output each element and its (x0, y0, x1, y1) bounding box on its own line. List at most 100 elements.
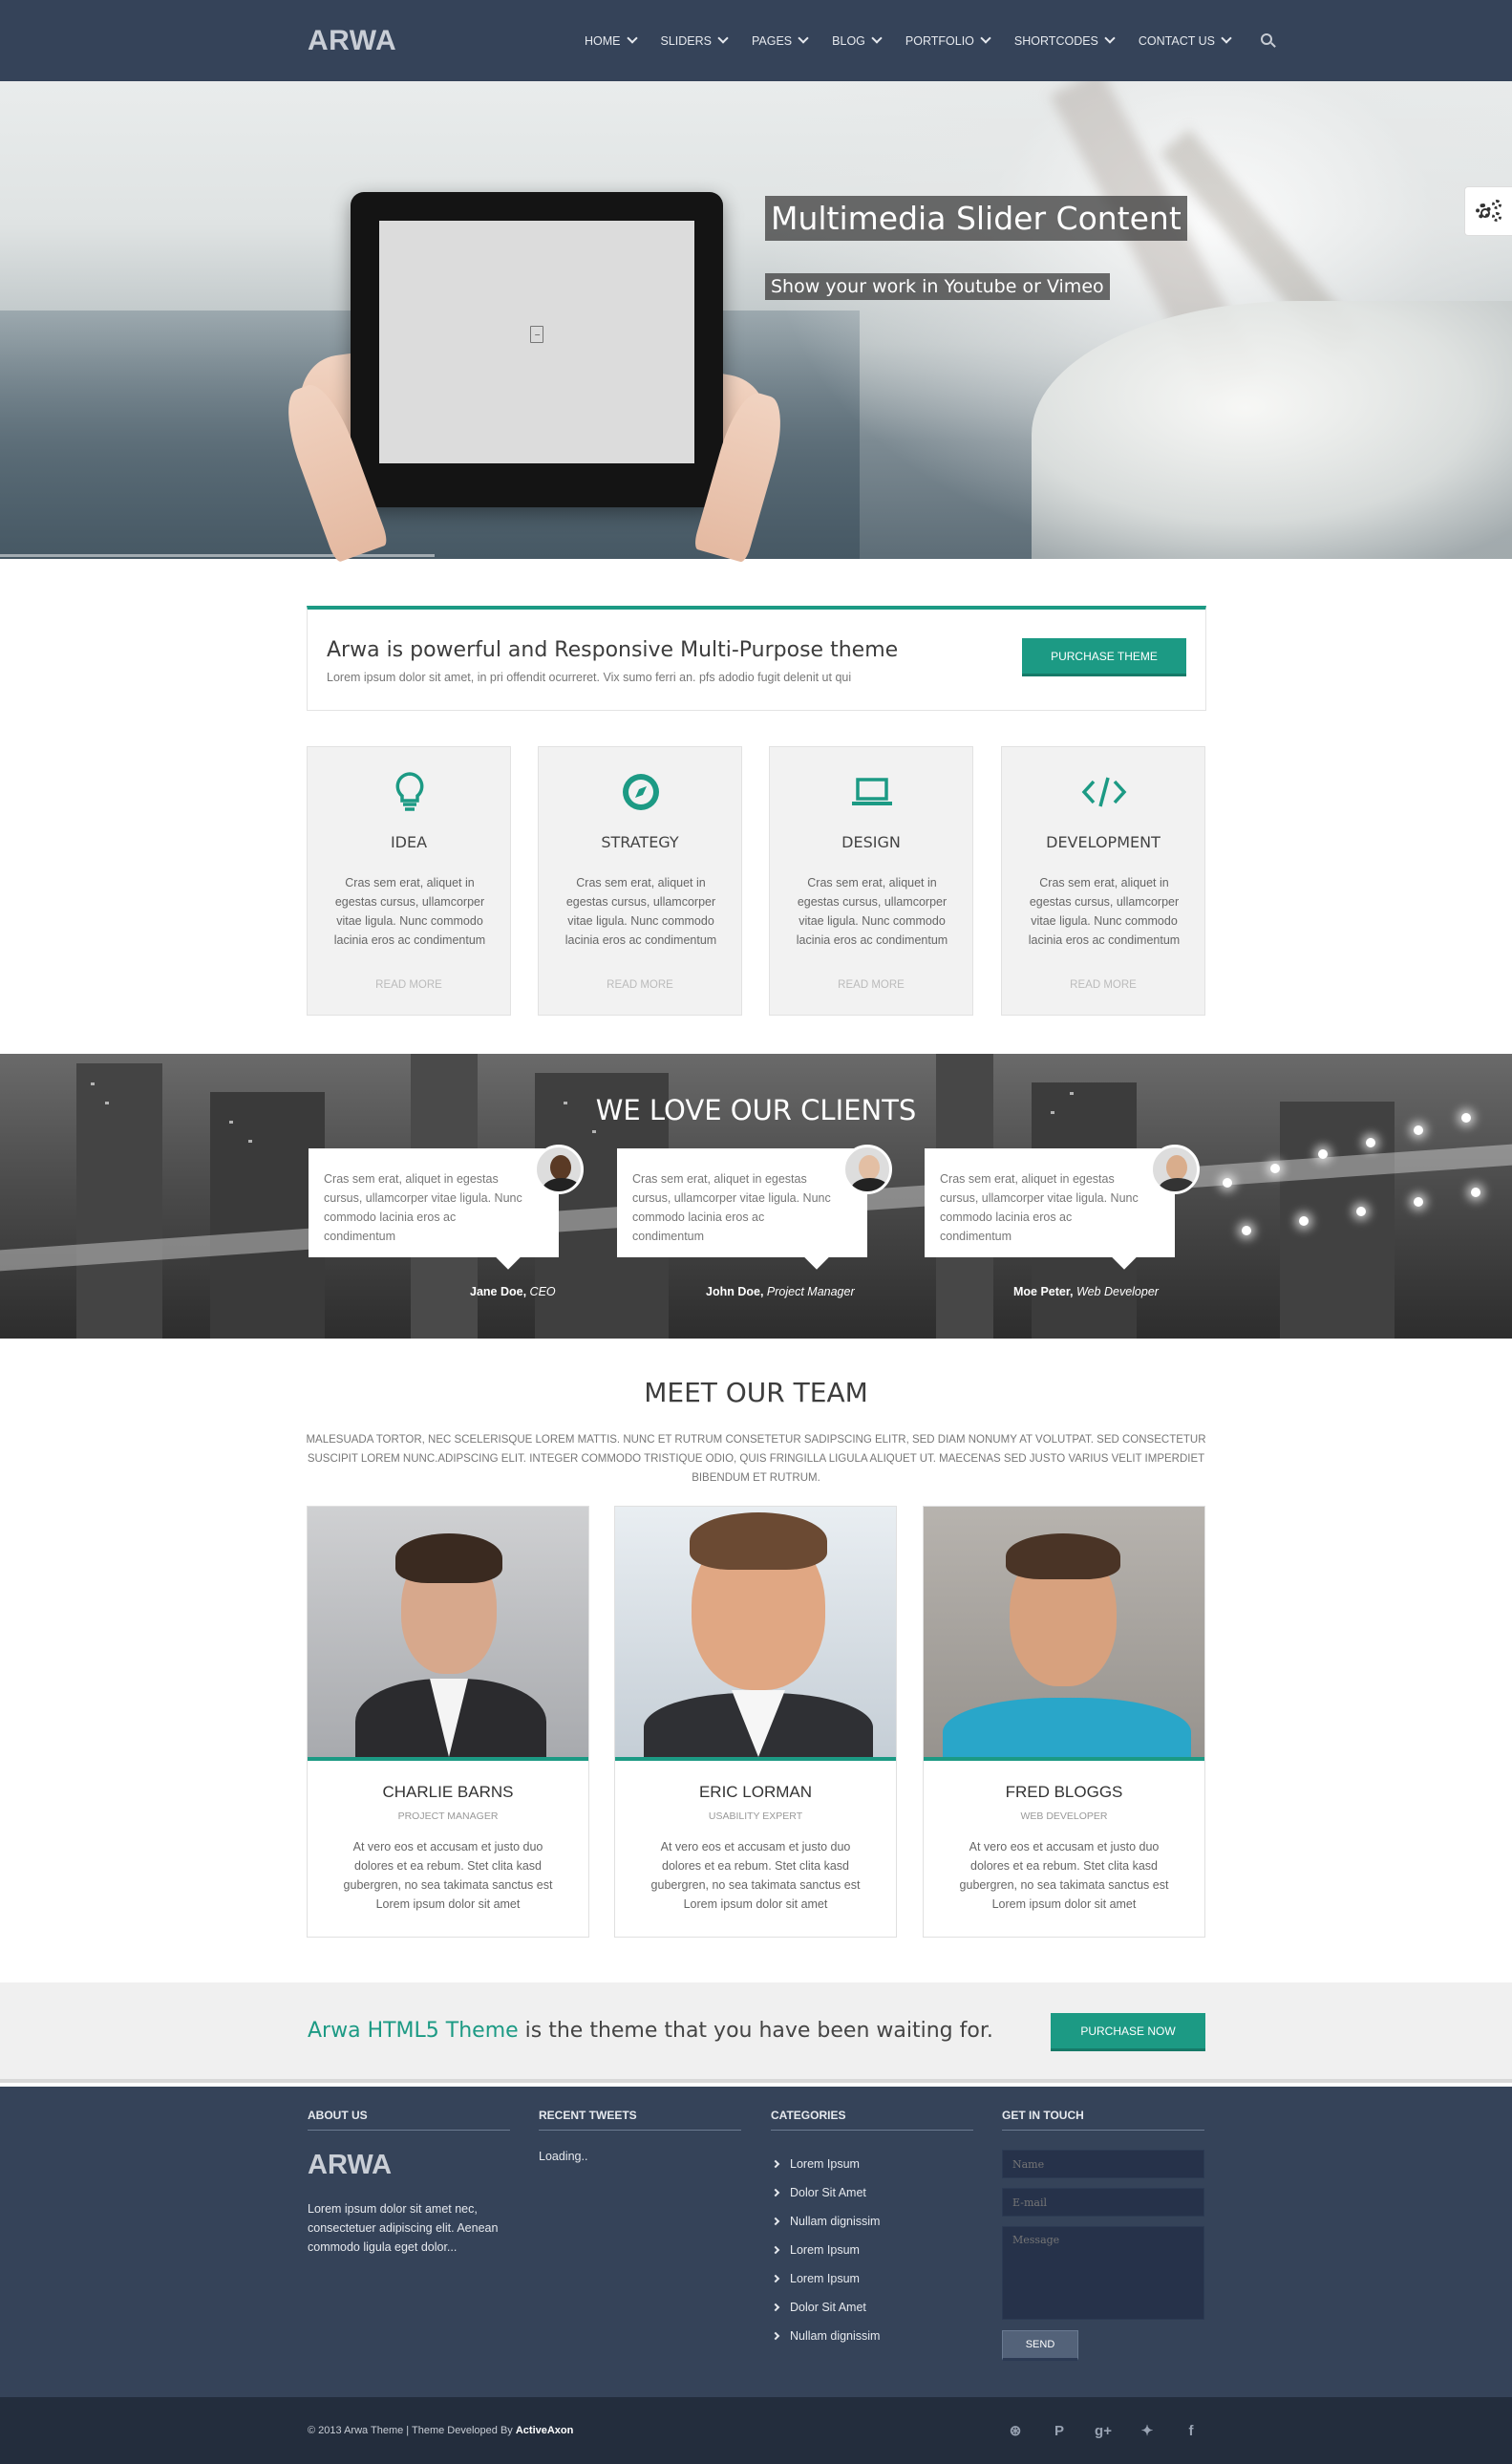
avatar (842, 1145, 892, 1194)
testimonial-author: Moe Peter, Web Developer (1013, 1285, 1159, 1298)
nav-item-blog[interactable]: BLOG (832, 32, 883, 48)
category-link[interactable]: Dolor Sit Amet (771, 2293, 880, 2322)
nav-item-shortcodes[interactable]: SHORTCODES (1013, 32, 1116, 48)
main-nav: HOME SLIDERS PAGES BLOG PORTFOLIO SHORTC… (585, 0, 1276, 81)
category-link[interactable]: Nullam dignissim (771, 2207, 880, 2236)
member-bio: At vero eos et accusam et justo duo dolo… (343, 1840, 553, 1911)
nav-item-home[interactable]: HOME (585, 32, 638, 48)
clients-title: WE LOVE OUR CLIENTS (595, 1094, 917, 1126)
purchase-now-button[interactable]: PURCHASE NOW (1051, 2013, 1205, 2051)
category-link[interactable]: Lorem Ipsum (771, 2236, 880, 2264)
settings-toggle[interactable] (1464, 186, 1512, 236)
member-name: FRED BLOGGS (1005, 1783, 1123, 1801)
read-more-link[interactable]: READ MORE (770, 979, 972, 991)
nav-item-label: BLOG (832, 33, 865, 48)
facebook-icon[interactable]: f (1169, 2418, 1213, 2443)
category-link[interactable]: Nullam dignissim (771, 2322, 880, 2350)
slider-progress (0, 554, 435, 557)
nav-item-label: SLIDERS (660, 33, 713, 48)
site-header: ARWA HOME SLIDERS PAGES BLOG PORTFOLIO S… (0, 0, 1512, 81)
cta-text: Arwa HTML5 Theme is the theme that you h… (308, 2019, 993, 2043)
chevron-right-icon (771, 2188, 780, 2197)
team-member-card: ERIC LORMAN USABILITY EXPERT At vero eos… (614, 1506, 897, 1938)
member-photo (308, 1507, 588, 1757)
chevron-right-icon (771, 2274, 780, 2283)
footer-heading: GET IN TOUCH (1002, 2109, 1084, 2122)
tweets-loading: Loading.. (539, 2150, 588, 2163)
twitter-icon[interactable]: ✦ (1125, 2418, 1169, 2443)
service-title: DESIGN (841, 833, 901, 851)
copyright-text: © 2013 Arwa Theme | Theme Developed By A… (308, 2425, 574, 2436)
testimonial-text: Cras sem erat, aliquet in egestas cursus… (940, 1172, 1139, 1243)
category-link[interactable]: Lorem Ipsum (771, 2150, 880, 2178)
footer-heading: ABOUT US (308, 2109, 368, 2122)
member-role: PROJECT MANAGER (397, 1811, 499, 1822)
search-icon[interactable] (1261, 32, 1276, 49)
social-links: ⊛ P g+ ✦ f (993, 2418, 1213, 2443)
laptop-icon (852, 778, 892, 805)
compass-icon (623, 774, 659, 810)
footer-heading: CATEGORIES (771, 2109, 846, 2122)
read-more-link[interactable]: READ MORE (1002, 979, 1204, 991)
tablet-image (351, 192, 723, 507)
member-role: WEB DEVELOPER (1020, 1811, 1108, 1822)
service-title: DEVELOPMENT (1046, 833, 1161, 851)
nav-item-contact[interactable]: CONTACT US (1139, 32, 1232, 48)
promo-text: Lorem ipsum dolor sit amet, in pri offen… (327, 671, 852, 684)
nav-item-label: PORTFOLIO (905, 33, 974, 48)
service-card-idea: IDEA Cras sem erat, aliquet in egestas c… (307, 746, 511, 1016)
nav-item-label: HOME (585, 33, 621, 48)
cta-band: Arwa HTML5 Theme is the theme that you h… (0, 1982, 1512, 2083)
testimonial-text: Cras sem erat, aliquet in egestas cursus… (632, 1172, 831, 1243)
team-title: MEET OUR TEAM (644, 1377, 868, 1408)
nav-item-label: SHORTCODES (1013, 33, 1098, 48)
category-link[interactable]: Dolor Sit Amet (771, 2178, 880, 2207)
chevron-right-icon (771, 2303, 780, 2312)
pinterest-icon[interactable]: P (1037, 2418, 1081, 2443)
chevron-down-icon (980, 32, 991, 44)
category-link[interactable]: Lorem Ipsum (771, 2264, 880, 2293)
member-photo (924, 1507, 1204, 1757)
contact-message-input[interactable] (1002, 2226, 1204, 2320)
member-photo (615, 1507, 896, 1757)
read-more-link[interactable]: READ MORE (308, 979, 510, 991)
chevron-down-icon (871, 32, 883, 44)
purchase-theme-button[interactable]: PURCHASE THEME (1022, 638, 1186, 676)
nav-item-sliders[interactable]: SLIDERS (660, 32, 729, 48)
nav-item-pages[interactable]: PAGES (752, 32, 809, 48)
chevron-right-icon (771, 2245, 780, 2255)
hero-subtitle: Show your work in Youtube or Vimeo (765, 273, 1110, 300)
nav-item-label: PAGES (752, 33, 793, 48)
nav-item-portfolio[interactable]: PORTFOLIO (905, 32, 991, 48)
footer-logo[interactable]: ARWA (308, 2150, 392, 2181)
service-card-design: DESIGN Cras sem erat, aliquet in egestas… (769, 746, 973, 1016)
lightbulb-icon (395, 772, 424, 811)
testimonial-card: Cras sem erat, aliquet in egestas cursus… (925, 1145, 1200, 1270)
team-member-card: FRED BLOGGS WEB DEVELOPER At vero eos et… (923, 1506, 1205, 1938)
chevron-down-icon (1104, 32, 1116, 44)
site-logo[interactable]: ARWA (308, 25, 396, 57)
chevron-down-icon (717, 32, 729, 44)
chevron-right-icon (771, 2217, 780, 2226)
member-bio: At vero eos et accusam et justo duo dolo… (959, 1840, 1169, 1911)
testimonial-author: Jane Doe, CEO (470, 1285, 556, 1298)
developer-link[interactable]: ActiveAxon (516, 2425, 574, 2436)
read-more-link[interactable]: READ MORE (539, 979, 741, 991)
service-desc: Cras sem erat, aliquet in egestas cursus… (1028, 876, 1181, 947)
dribbble-icon[interactable]: ⊛ (993, 2418, 1037, 2443)
footer-heading: RECENT TWEETS (539, 2109, 637, 2122)
google-plus-icon[interactable]: g+ (1081, 2418, 1125, 2443)
service-desc: Cras sem erat, aliquet in egestas cursus… (333, 876, 486, 947)
gear-icon (1475, 200, 1502, 223)
contact-name-input[interactable] (1002, 2150, 1204, 2178)
testimonial-card: Cras sem erat, aliquet in egestas cursus… (617, 1145, 892, 1270)
send-button[interactable]: SEND (1002, 2330, 1078, 2361)
member-role: USABILITY EXPERT (708, 1811, 803, 1822)
service-card-development: DEVELOPMENT Cras sem erat, aliquet in eg… (1001, 746, 1205, 1016)
chevron-right-icon (771, 2159, 780, 2169)
chevron-down-icon (626, 32, 638, 44)
team-description: MALESUADA TORTOR, NEC SCELERISQUE LOREM … (306, 1434, 1206, 1484)
hero-title: Multimedia Slider Content (765, 196, 1187, 241)
testimonial-text: Cras sem erat, aliquet in egestas cursus… (324, 1172, 522, 1243)
contact-email-input[interactable] (1002, 2188, 1204, 2217)
